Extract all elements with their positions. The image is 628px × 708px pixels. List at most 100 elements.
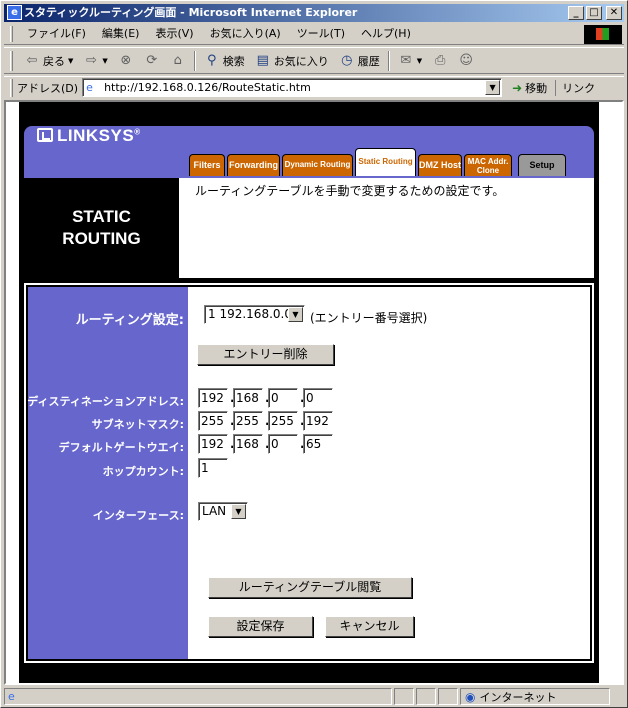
tab-dynamic-routing[interactable]: Dynamic Routing [282, 154, 353, 176]
search-icon: ⚲ [207, 52, 217, 68]
mail-dropdown-icon[interactable]: ▼ [417, 57, 422, 65]
linksys-page: LINKSYS® Filters Forwarding Dynamic Rout… [19, 102, 599, 683]
page-description: ルーティングテーブルを手動で変更するための設定です。 [195, 184, 505, 198]
menu-tools[interactable]: ツール(T) [289, 24, 353, 44]
tab-filters[interactable]: Filters [189, 154, 225, 176]
iface-label: インターフェース: [92, 509, 184, 522]
links-button[interactable]: リンク [555, 79, 595, 96]
window-title: スタティックルーティング画面 - Microsoft Internet Expl… [24, 6, 358, 19]
address-url: http://192.168.0.126/RouteStatic.htm [104, 81, 311, 94]
subnet-ip-1[interactable]: 255 [198, 411, 228, 431]
status-cell-2 [416, 688, 436, 705]
page-viewport: LINKSYS® Filters Forwarding Dynamic Rout… [4, 100, 624, 685]
globe-icon: ◉ [465, 689, 476, 704]
refresh-button[interactable]: ⟳ [139, 53, 165, 69]
ie-window: e スタティックルーティング画面 - Microsoft Internet Ex… [0, 0, 628, 708]
status-cell-3 [438, 688, 458, 705]
minimize-button[interactable]: _ [568, 6, 584, 20]
home-icon: ⌂ [173, 52, 182, 68]
status-bar: e ◉ インターネット [4, 687, 624, 706]
go-label: 移動 [525, 81, 548, 95]
interface-dropdown-icon[interactable]: ▼ [231, 504, 246, 519]
page-icon: e [86, 80, 93, 94]
delete-entry-button[interactable]: エントリー削除 [197, 344, 334, 365]
forward-button[interactable]: ⇨ ▼ [78, 53, 112, 69]
gateway-ip-1[interactable]: 192 [198, 434, 228, 454]
gateway-label: デフォルトゲートウエイ: [58, 441, 184, 454]
resize-grip[interactable] [610, 688, 624, 705]
stop-button[interactable]: ⊗ [113, 53, 139, 69]
subnet-ip-4[interactable]: 192 [303, 411, 333, 431]
entry-note: (エントリー番号選択) [310, 311, 428, 325]
print-button[interactable]: ⎙ [427, 53, 453, 69]
dest-ip-3[interactable]: 0 [268, 388, 298, 408]
menu-grip[interactable] [10, 26, 13, 42]
tab-setup[interactable]: Setup [518, 154, 566, 176]
menu-edit[interactable]: 編集(E) [94, 24, 148, 44]
save-settings-button[interactable]: 設定保存 [208, 616, 313, 637]
menu-file[interactable]: ファイル(F) [19, 24, 94, 44]
tab-dmz-host[interactable]: DMZ Host [418, 154, 462, 176]
linksys-logo-icon [37, 128, 53, 142]
tab-forwarding[interactable]: Forwarding [227, 154, 280, 176]
close-button[interactable]: ✕ [606, 6, 622, 20]
mail-icon: ✉ [400, 52, 412, 68]
messenger-icon: ☺ [459, 52, 473, 68]
dest-ip-4[interactable]: 0 [303, 388, 333, 408]
status-cell-1 [394, 688, 414, 705]
maximize-button[interactable]: □ [586, 6, 602, 20]
heading-line2: ROUTING [62, 229, 141, 248]
dest-ip-1[interactable]: 192 [198, 388, 228, 408]
entry-select[interactable]: 1 192.168.0.0 ▼ [204, 305, 305, 324]
field-column: 1 192.168.0.0 ▼ (エントリー番号選択) エントリー削除 192 … [188, 287, 590, 659]
favorites-button[interactable]: ▤ お気に入り [250, 53, 334, 69]
home-button[interactable]: ⌂ [165, 53, 191, 69]
address-input[interactable]: e http://192.168.0.126/RouteStatic.htm ▼ [82, 78, 503, 97]
tab-mac-clone[interactable]: MAC Addr. Clone [464, 154, 512, 176]
hop-label: ホップカウント: [102, 465, 184, 478]
go-button[interactable]: ➜ 移動 [512, 80, 547, 96]
back-button[interactable]: ⇦ 戻る ▼ [19, 53, 78, 69]
gateway-ip-2[interactable]: 168 [233, 434, 263, 454]
hop-count-input[interactable]: 1 [198, 458, 228, 478]
mail-button[interactable]: ✉ ▼ [393, 53, 427, 69]
view-routing-table-button[interactable]: ルーティングテーブル閲覧 [208, 577, 412, 598]
search-button[interactable]: ⚲ 検索 [199, 53, 250, 69]
menu-help[interactable]: ヘルプ(H) [353, 24, 419, 44]
back-arrow-icon: ⇦ [26, 52, 38, 68]
go-arrow-icon: ➜ [512, 80, 523, 95]
entry-dropdown-icon[interactable]: ▼ [288, 307, 303, 322]
address-dropdown-icon[interactable]: ▼ [485, 80, 501, 95]
ie-icon: e [7, 5, 22, 20]
status-main: e [4, 688, 392, 705]
toolbar: ⇦ 戻る ▼ ⇨ ▼ ⊗ ⟳ ⌂ ⚲ 検索 ▤ お気に入り ◷ 履歴 ✉ ▼ ⎙… [4, 47, 624, 74]
gateway-ip-3[interactable]: 0 [268, 434, 298, 454]
address-grip[interactable] [10, 78, 13, 97]
back-dropdown-icon[interactable]: ▼ [68, 57, 73, 65]
toolbar-separator-2 [387, 50, 390, 71]
heading-line1: STATIC [72, 207, 131, 226]
cancel-button[interactable]: キャンセル [325, 616, 414, 637]
history-button[interactable]: ◷ 履歴 [334, 53, 385, 69]
menu-view[interactable]: 表示(V) [147, 24, 201, 44]
gateway-ip-4[interactable]: 65 [303, 434, 333, 454]
dest-ip-2[interactable]: 168 [233, 388, 263, 408]
toolbar-grip[interactable] [10, 50, 13, 71]
interface-select[interactable]: LAN ▼ [198, 502, 248, 521]
address-label: アドレス(D) [17, 81, 79, 95]
forward-dropdown-icon[interactable]: ▼ [102, 57, 107, 65]
subnet-ip-3[interactable]: 255 [268, 411, 298, 431]
address-bar: アドレス(D) e http://192.168.0.126/RouteStat… [4, 76, 624, 98]
dest-label: ディスティネーションアドレス: [27, 395, 184, 408]
windows-logo [584, 25, 622, 44]
security-zone: ◉ インターネット [460, 688, 610, 705]
title-bar[interactable]: e スタティックルーティング画面 - Microsoft Internet Ex… [4, 4, 624, 22]
description-panel: ルーティングテーブルを手動で変更するための設定です。 [179, 178, 594, 278]
menu-favorites[interactable]: お気に入り(A) [202, 24, 289, 44]
messenger-button[interactable]: ☺ [453, 53, 479, 69]
interface-select-value: LAN [202, 504, 227, 518]
form-frame: ルーティング設定: ディスティネーションアドレス: サブネットマスク: デフォル… [24, 283, 594, 663]
linksys-logo: LINKSYS® [37, 126, 141, 146]
subnet-ip-2[interactable]: 255 [233, 411, 263, 431]
tab-static-routing[interactable]: Static Routing [355, 148, 416, 176]
